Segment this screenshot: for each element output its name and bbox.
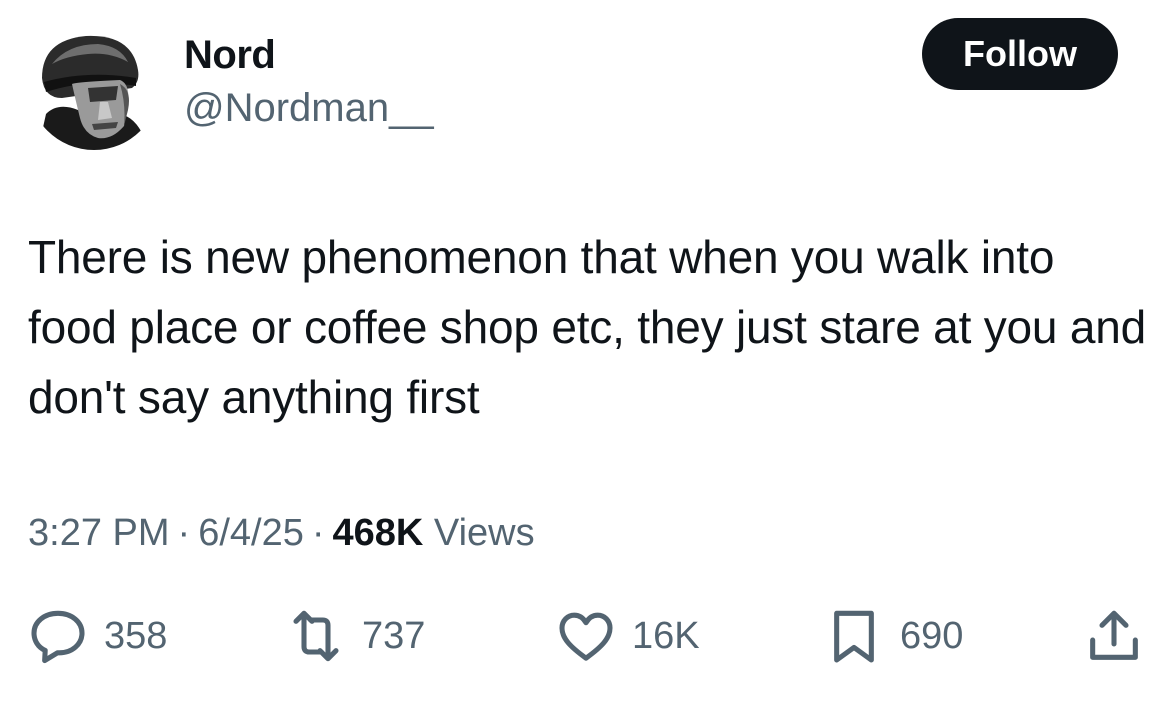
bookmark-count: 690 <box>900 614 964 657</box>
tweet-time[interactable]: 3:27 PM <box>28 512 170 554</box>
retweet-count: 737 <box>362 614 426 657</box>
views-count: 468K <box>332 512 424 554</box>
reply-icon <box>31 610 85 664</box>
separator-dot: · <box>311 512 325 554</box>
views-label: Views <box>433 512 535 554</box>
tweet-meta: 3:27 PM · 6/4/25 · 468K Views <box>28 508 535 558</box>
reply-button[interactable]: 358 <box>26 596 167 676</box>
bookmark-icon <box>834 610 874 663</box>
separator-dot: · <box>177 512 191 554</box>
share-button[interactable] <box>1082 596 1146 676</box>
retweet-button[interactable]: 737 <box>284 596 425 676</box>
action-bar: 358 737 16K 690 <box>0 596 1170 676</box>
like-button[interactable]: 16K <box>554 596 700 676</box>
reply-count: 358 <box>104 614 168 657</box>
retweet-icon <box>293 610 339 662</box>
follow-button[interactable]: Follow <box>922 18 1118 90</box>
heart-icon <box>559 612 613 661</box>
display-name[interactable]: Nord <box>184 31 276 79</box>
user-handle[interactable]: @Nordman__ <box>184 84 434 132</box>
helmeted-face-icon <box>28 18 160 150</box>
share-icon <box>1090 610 1138 660</box>
avatar[interactable] <box>28 18 160 150</box>
tweet-text: There is new phenomenon that when you wa… <box>28 231 1147 423</box>
bookmark-button[interactable]: 690 <box>822 596 963 676</box>
tweet-date[interactable]: 6/4/25 <box>198 512 304 554</box>
tweet-card: Nord @Nordman__ Follow There is new phen… <box>0 0 1170 720</box>
like-count: 16K <box>632 614 700 657</box>
